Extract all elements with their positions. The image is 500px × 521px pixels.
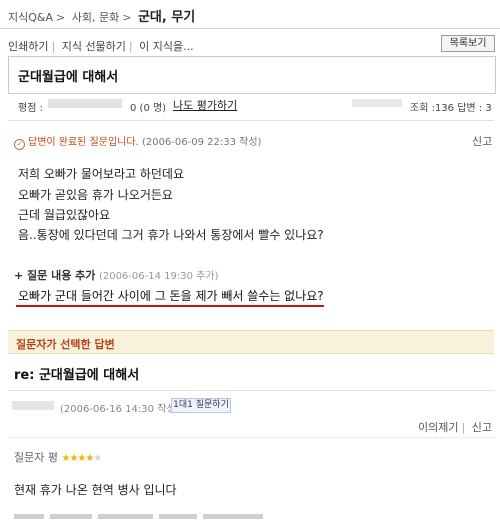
question-line: 저희 오빠가 물어보라고 하던데요 [18, 167, 185, 181]
red-underline [16, 305, 324, 307]
one-on-one-button[interactable]: 1대1 질문하기 [171, 398, 231, 413]
list-button[interactable]: 목록보기 [441, 35, 495, 52]
question-line: 음..통장에 있다던데 그거 휴가 나와서 통장에서 빨수 있나요? [18, 228, 324, 242]
breadcrumb-section[interactable]: 사회, 문화 [72, 11, 119, 24]
cut-off-text [14, 514, 344, 521]
add-question-text: 오빠가 군대 들어간 사이에 그 돈을 제가 빼서 쓸수는 없나요? [18, 289, 324, 303]
view-count: 조회 :136 답변 : 3 [410, 103, 492, 114]
divider [8, 390, 494, 391]
print-link[interactable]: 인쇄하기 [8, 40, 48, 53]
add-question-title: + 질문 내용 추가 [14, 269, 96, 282]
question-line: 근데 월급있잖아요 [18, 208, 111, 222]
divider [8, 437, 494, 438]
questioner-label: 질문자 평 [14, 451, 58, 464]
answer-title: re: 군대월급에 대해서 [14, 368, 140, 383]
answer-date: (2006-06-16 14:30 작성) [60, 404, 180, 415]
breadcrumb-root[interactable]: 지식Q&A [8, 11, 53, 24]
answer-actions: 이의제기 | 신고 [418, 421, 492, 434]
answer-text: 현재 휴가 나온 현역 병사 입니다 [14, 483, 177, 497]
star-rating-icon: ★★★★★ [61, 453, 102, 464]
divider [0, 28, 500, 29]
answer-report-link[interactable]: 신고 [472, 421, 492, 434]
objection-link[interactable]: 이의제기 [418, 421, 458, 434]
rating-value: 0 (0 명) [130, 103, 167, 114]
rating-label: 평점 : [18, 103, 43, 114]
breadcrumb: 지식Q&A > 사회, 문화 > 군대, 무기 [8, 10, 196, 25]
questioner-rating: 질문자 평 ★★★★★ [14, 449, 102, 465]
rating-bar [48, 99, 122, 108]
done-status-text: 답변이 완료된 질문입니다. [28, 137, 139, 148]
author-id-blurred [352, 99, 402, 107]
add-question-label: + 질문 내용 추가 (2006-06-14 19:30 추가) [14, 267, 218, 283]
this-knowledge-link[interactable]: 이 지식을... [139, 40, 193, 53]
breadcrumb-current[interactable]: 군대, 무기 [138, 10, 195, 25]
check-icon: ✓ [14, 139, 25, 150]
report-link[interactable]: 신고 [472, 133, 492, 149]
add-question-date: (2006-06-14 19:30 추가) [98, 271, 219, 282]
question-title: 군대월급에 대해서 [18, 70, 119, 85]
toolbar: 인쇄하기 | 지식 선물하기 | 이 지식을... [8, 40, 194, 53]
done-status: ✓ 답변이 완료된 질문입니다. (2006-06-09 22:33 작성) [14, 133, 261, 150]
done-date: (2006-06-09 22:33 작성) [141, 137, 262, 148]
question-line: 오빠가 곧있음 휴가 나오거든요 [18, 188, 173, 202]
selected-answer-header: 질문자가 선택한 답변 [8, 330, 494, 354]
gift-link[interactable]: 지식 선물하기 [62, 40, 126, 53]
rate-link[interactable]: 나도 평가하기 [173, 97, 237, 113]
selected-answer-label: 질문자가 선택한 답변 [16, 338, 115, 351]
answerer-id-blurred [12, 401, 54, 410]
divider [8, 120, 494, 121]
